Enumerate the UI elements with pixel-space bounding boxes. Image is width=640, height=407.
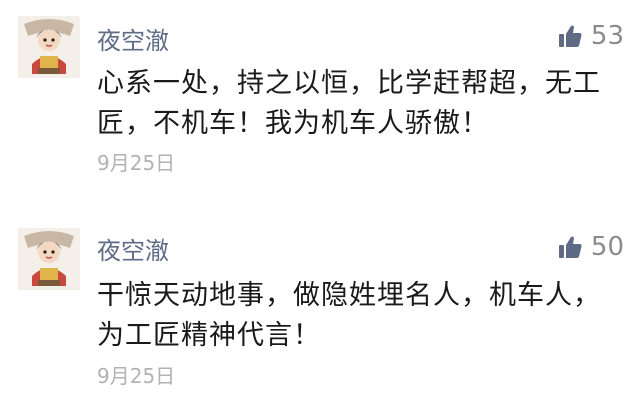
thumbs-up-icon: [558, 25, 582, 47]
comment-text: 心系一处，持之以恒，比学赶帮超，无工匠，不机车！我为机车人骄傲！: [97, 68, 601, 139]
avatar[interactable]: [18, 16, 80, 78]
comment-text: 干惊天动地事，做隐姓埋名人，机车人，为工匠精神代言！: [97, 280, 601, 351]
avatar-image: [18, 16, 80, 78]
comment-item: 夜空澈 53 心系一处，持之以恒，比学赶帮超，无工匠，不机车！我为机车人骄傲！ …: [0, 0, 640, 200]
comment-date: 9月25日: [97, 364, 176, 388]
username[interactable]: 夜空澈: [97, 236, 169, 266]
comment-date: 9月25日: [97, 151, 176, 175]
avatar[interactable]: [18, 228, 80, 290]
avatar-image: [18, 228, 80, 290]
like-count: 53: [590, 21, 624, 51]
like-button[interactable]: 50: [557, 232, 624, 262]
like-button[interactable]: 53: [557, 21, 624, 51]
thumbs-up-icon: [558, 236, 582, 258]
like-count: 50: [590, 232, 624, 262]
comment-item: 夜空澈 50 干惊天动地事，做隐姓埋名人，机车人，为工匠精神代言！ 9月25日: [0, 200, 640, 407]
username[interactable]: 夜空澈: [97, 26, 169, 56]
